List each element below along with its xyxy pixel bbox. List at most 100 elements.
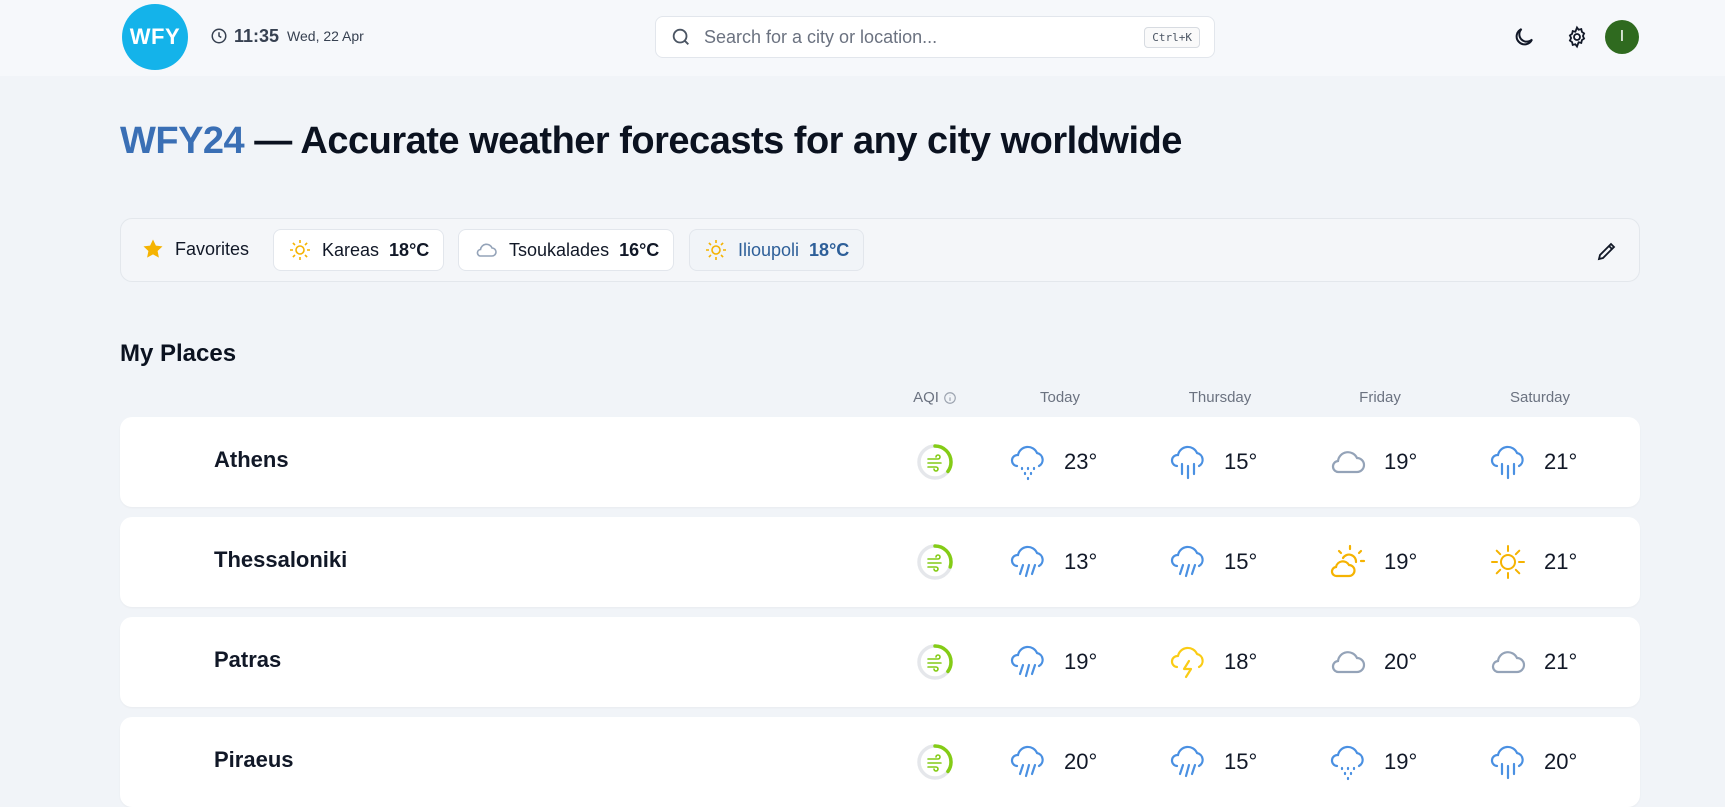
heavy-rain-icon [1008, 642, 1048, 682]
forecast-temp: 21° [1544, 549, 1578, 574]
brand-name: WFY24 [120, 120, 245, 162]
column-label: AQI [913, 389, 939, 406]
forecast-cell: 23° [1008, 439, 1097, 485]
column-label: Friday [1359, 389, 1401, 406]
aqi-gauge[interactable] [916, 543, 954, 581]
forecast-cell: 19° [1328, 739, 1417, 785]
favorite-temp: 18°C [389, 239, 430, 260]
forecast-cell: 18° [1168, 639, 1257, 685]
heavy-rain-icon [1168, 542, 1208, 582]
drizzle-icon [1328, 742, 1368, 782]
forecast-cell: 15° [1168, 439, 1257, 485]
search-icon [672, 28, 689, 45]
column-header-saturday: Saturday [1480, 389, 1600, 406]
favorite-chip-kareas[interactable]: Kareas 18°C [273, 229, 445, 271]
sun-icon [1488, 542, 1528, 582]
aqi-gauge[interactable] [916, 643, 954, 681]
forecast-cell: 19° [1328, 439, 1417, 485]
gear-icon [1568, 25, 1586, 49]
clock-icon [211, 28, 227, 44]
cloud-icon [1328, 642, 1368, 682]
wind-icon [927, 454, 942, 472]
place-row[interactable]: Piraeus 20° 15° 19° 20° [120, 717, 1640, 807]
heavy-rain-icon [1008, 542, 1048, 582]
forecast-temp: 19° [1384, 449, 1418, 474]
forecast-temp: 19° [1384, 549, 1418, 574]
section-title: My Places [120, 340, 237, 367]
forecast-cell: 13° [1008, 539, 1097, 585]
forecast-cell: 19° [1328, 539, 1417, 585]
clock: 11:35 Wed, 22 Apr [210, 24, 364, 48]
place-row[interactable]: Thessaloniki 13° 15° 19° 21° [120, 517, 1640, 607]
forecast-cell: 20° [1488, 739, 1577, 785]
column-header-friday: Friday [1320, 389, 1440, 406]
place-city-name: Piraeus [214, 747, 294, 772]
cloud-icon [1328, 442, 1368, 482]
place-city-name: Athens [214, 447, 289, 472]
forecast-temp: 15° [1224, 549, 1258, 574]
search-input[interactable]: Search for a city or location... Ctrl+K [655, 16, 1215, 58]
rain-icon [1488, 742, 1528, 782]
logo[interactable]: WFY [122, 4, 188, 70]
forecast-temp: 15° [1224, 449, 1258, 474]
forecast-cell: 19° [1008, 639, 1097, 685]
star-icon [143, 239, 163, 258]
column-label: Today [1039, 389, 1081, 406]
forecast-cell: 20° [1328, 639, 1417, 685]
forecast-temp: 20° [1384, 649, 1418, 674]
dark-mode-toggle[interactable] [1509, 22, 1539, 52]
aqi-gauge[interactable] [916, 743, 954, 781]
forecast-temp: 23° [1064, 449, 1098, 474]
favorite-temp: 18°C [809, 239, 850, 260]
forecast-temp: 18° [1224, 649, 1258, 674]
moon-icon [1515, 28, 1533, 46]
rain-icon [1168, 442, 1208, 482]
favorite-temp: 16°C [619, 239, 660, 260]
top-bar: WFY 11:35 Wed, 22 Apr Search for a city … [0, 0, 1725, 76]
cloud-icon [1488, 642, 1528, 682]
forecast-temp: 13° [1064, 549, 1098, 574]
partly-cloudy-icon [1328, 542, 1368, 582]
thunderstorm-icon [1168, 642, 1208, 682]
favorite-name: Kareas [322, 239, 380, 260]
place-city-name: Patras [214, 647, 282, 672]
current-date: Wed, 22 Apr [287, 28, 364, 44]
favorite-chip-tsoukalades[interactable]: Tsoukalades 16°C [458, 229, 675, 271]
forecast-cell: 20° [1008, 739, 1097, 785]
favorites-bar: Favorites Kareas 18°C Tsoukalades 16°C I… [120, 218, 1640, 282]
drizzle-icon [1008, 442, 1048, 482]
heavy-rain-icon [1008, 742, 1048, 782]
search-placeholder: Search for a city or location... [704, 26, 938, 47]
favorite-name: Ilioupoli [738, 239, 800, 260]
favorites-text: Favorites [175, 238, 250, 259]
wind-icon [927, 754, 942, 772]
favorite-name: Tsoukalades [509, 239, 610, 260]
forecast-cell: 15° [1168, 539, 1257, 585]
wind-icon [927, 554, 942, 572]
edit-favorites-button[interactable] [1595, 239, 1619, 263]
tagline: — Accurate weather forecasts for any cit… [244, 120, 1182, 162]
column-header-today: Today [1000, 389, 1120, 406]
column-label: Saturday [1509, 389, 1571, 406]
forecast-temp: 20° [1544, 749, 1578, 774]
current-time: 11:35 [234, 25, 280, 46]
forecast-temp: 19° [1064, 649, 1098, 674]
favorite-chip-ilioupoli[interactable]: Ilioupoli 18°C [689, 229, 865, 271]
avatar[interactable]: I [1605, 20, 1639, 54]
search-shortcut: Ctrl+K [1144, 26, 1200, 48]
settings-button[interactable] [1562, 22, 1592, 52]
page-title: WFY24 — Accurate weather forecasts for a… [120, 120, 1182, 163]
column-label: Thursday [1188, 389, 1252, 406]
pencil-icon [1597, 242, 1616, 261]
forecast-temp: 19° [1384, 749, 1418, 774]
place-city-name: Thessaloniki [214, 547, 348, 572]
info-icon[interactable] [943, 391, 957, 405]
place-row[interactable]: Patras 19° 18° 20° 21° [120, 617, 1640, 707]
forecast-temp: 20° [1064, 749, 1098, 774]
aqi-gauge[interactable] [916, 443, 954, 481]
place-row[interactable]: Athens 23° 15° 19° 21° [120, 417, 1640, 507]
forecast-cell: 21° [1488, 439, 1577, 485]
sun-icon [290, 240, 310, 260]
forecast-temp: 21° [1544, 649, 1578, 674]
forecast-temp: 15° [1224, 749, 1258, 774]
